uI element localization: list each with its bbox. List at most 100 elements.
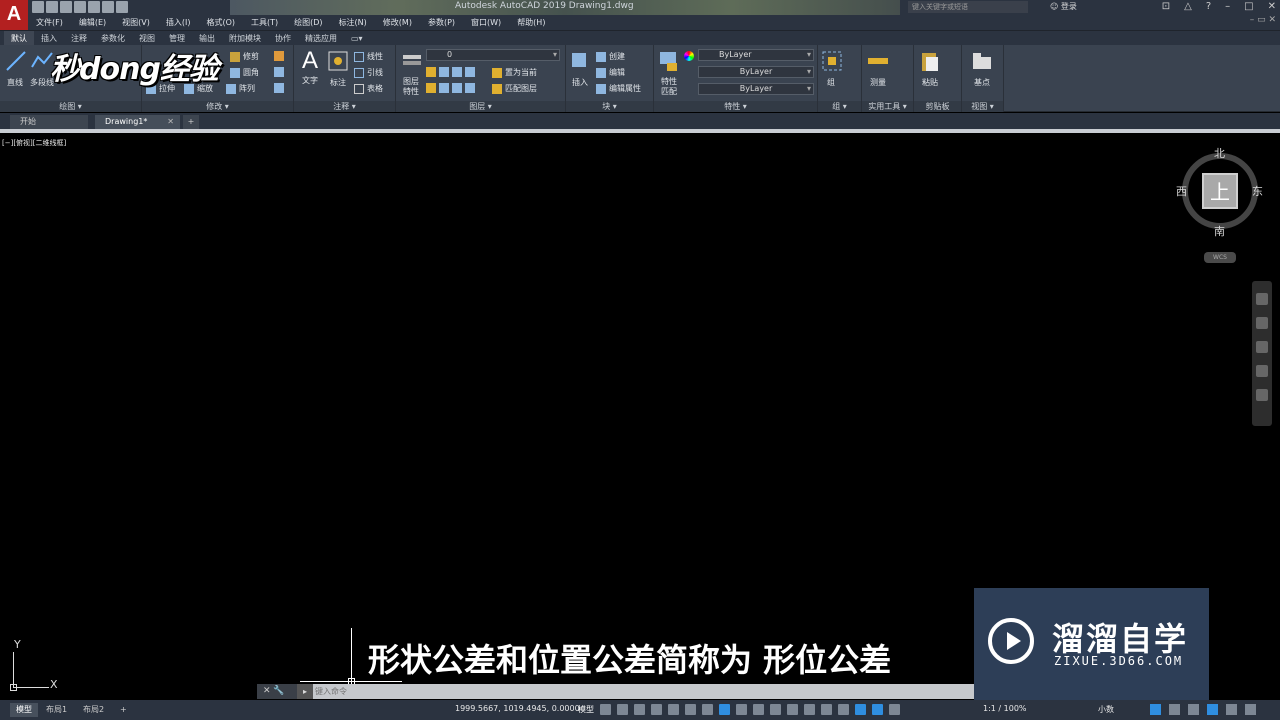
new-tab-button[interactable]: + <box>183 115 199 129</box>
showmotion-icon[interactable] <box>1256 389 1268 401</box>
measure-button[interactable]: 测量 <box>866 49 890 88</box>
isodraft-icon[interactable] <box>668 704 679 715</box>
layer-isolate-icon[interactable] <box>465 67 475 77</box>
edit-block-button[interactable]: 编辑 <box>596 67 625 78</box>
customization-icon[interactable] <box>1245 704 1256 715</box>
tab-model[interactable]: 模型 <box>10 703 38 717</box>
compass-south[interactable]: 南 <box>1214 223 1225 239</box>
panel-annotation-title[interactable]: 注释 ▾ <box>294 101 395 112</box>
login-button[interactable]: ☺ 登录 <box>1050 1 1077 12</box>
gizmo-icon[interactable] <box>821 704 832 715</box>
command-input[interactable] <box>315 685 965 698</box>
group-button[interactable]: 组 <box>820 49 842 88</box>
match-layer-button[interactable]: 匹配图层 <box>492 83 537 94</box>
undo-icon[interactable] <box>102 1 114 13</box>
create-block-button[interactable]: 创建 <box>596 51 625 62</box>
command-line-controls[interactable]: ✕ 🔧 <box>257 684 297 699</box>
tab-start[interactable]: 开始 <box>10 115 88 129</box>
wcs-menu[interactable]: WCS <box>1204 252 1236 263</box>
grid-icon[interactable] <box>600 704 611 715</box>
menu-insert[interactable]: 插入(I) <box>158 15 199 30</box>
recent-commands-icon[interactable]: ▸ <box>297 684 313 699</box>
tab-addins[interactable]: 附加模块 <box>222 31 268 45</box>
panel-utilities-title[interactable]: 实用工具 ▾ <box>862 101 913 112</box>
panel-layers-title[interactable]: 图层 ▾ <box>396 101 565 112</box>
viewport-controls[interactable]: [−][俯视][二维线框] <box>2 138 66 148</box>
coordinates-readout[interactable]: 1999.5667, 1019.4945, 0.0000 <box>455 704 580 713</box>
close-icon[interactable]: ✕ <box>1268 1 1276 12</box>
osnap-icon[interactable] <box>702 704 713 715</box>
tab-manage[interactable]: 管理 <box>162 31 192 45</box>
lineweight-icon[interactable] <box>736 704 747 715</box>
lock-ui-icon[interactable] <box>1169 704 1180 715</box>
erase-button[interactable] <box>274 51 284 61</box>
save-as-icon[interactable] <box>74 1 86 13</box>
insert-block-button[interactable]: 插入 <box>568 49 592 88</box>
panel-view-title[interactable]: 视图 ▾ <box>962 101 1003 112</box>
tab-layout1[interactable]: 布局1 <box>40 703 73 717</box>
dimension-button[interactable]: 标注 <box>326 49 350 88</box>
maximize-icon[interactable]: □ <box>1244 1 1253 12</box>
polar-icon[interactable] <box>651 704 662 715</box>
tab-parametric[interactable]: 参数化 <box>94 31 132 45</box>
3d-osnap-icon[interactable] <box>770 704 781 715</box>
line-button[interactable]: 直线 <box>4 49 26 88</box>
leader-button[interactable]: 引线 <box>354 67 383 78</box>
close-cmd-icon[interactable]: ✕ <box>263 686 271 696</box>
object-snap-tracking-icon[interactable] <box>685 704 696 715</box>
orbit-icon[interactable] <box>1256 365 1268 377</box>
tab-view[interactable]: 视图 <box>132 31 162 45</box>
snap-icon[interactable] <box>617 704 628 715</box>
annotation-visibility-icon[interactable] <box>838 704 849 715</box>
help-icon[interactable]: ? <box>1206 1 1211 12</box>
ribbon-toggle-icon[interactable]: ▭▾ <box>344 31 370 45</box>
zoom-icon[interactable] <box>1256 341 1268 353</box>
tab-output[interactable]: 输出 <box>192 31 222 45</box>
viewcube-top-face[interactable]: 上 <box>1202 173 1238 209</box>
add-layout-button[interactable]: + <box>114 703 133 717</box>
layer-unisolate-icon[interactable] <box>465 83 475 93</box>
transparency-icon[interactable] <box>753 704 764 715</box>
menu-modify[interactable]: 修改(M) <box>375 15 420 30</box>
save-icon[interactable] <box>60 1 72 13</box>
panel-clipboard-title[interactable]: 剪贴板 <box>914 101 961 112</box>
annotation-scale-icon[interactable] <box>872 704 883 715</box>
cart-icon[interactable]: ⊡ <box>1162 1 1170 12</box>
selection-cycling-icon[interactable] <box>719 704 730 715</box>
layer-unlock-icon[interactable] <box>452 83 462 93</box>
compass-east[interactable]: 东 <box>1252 183 1263 199</box>
panel-draw-title[interactable]: 绘图 ▾ <box>0 101 141 112</box>
tab-collaborate[interactable]: 协作 <box>268 31 298 45</box>
clean-screen-icon[interactable] <box>1226 704 1237 715</box>
array-button[interactable]: 阵列 <box>226 83 255 94</box>
text-button[interactable]: A 文字 <box>298 49 322 86</box>
layer-lock-icon[interactable] <box>452 67 462 77</box>
tab-layout2[interactable]: 布局2 <box>77 703 110 717</box>
ortho-icon[interactable] <box>634 704 645 715</box>
paste-button[interactable]: 粘贴 <box>918 49 942 88</box>
menu-dimension[interactable]: 标注(N) <box>331 15 375 30</box>
tab-drawing1[interactable]: Drawing1* ✕ <box>95 115 180 129</box>
linetype-dropdown[interactable]: ByLayer <box>698 66 814 78</box>
menu-parametric[interactable]: 参数(P) <box>420 15 463 30</box>
tab-annotate[interactable]: 注释 <box>64 31 94 45</box>
layer-properties-button[interactable]: 图层 特性 <box>400 49 422 97</box>
viewcube[interactable]: 上 北 南 东 西 <box>1176 147 1263 238</box>
panel-modify-title[interactable]: 修改 ▾ <box>142 101 293 112</box>
selection-filter-icon[interactable] <box>804 704 815 715</box>
offset-button[interactable] <box>274 83 284 93</box>
menu-view[interactable]: 视图(V) <box>114 15 158 30</box>
new-file-icon[interactable] <box>32 1 44 13</box>
annotation-autoscale-icon[interactable] <box>889 704 900 715</box>
minimize-icon[interactable]: – <box>1225 1 1230 12</box>
menu-tools[interactable]: 工具(T) <box>243 15 286 30</box>
quick-properties-icon[interactable] <box>1150 704 1161 715</box>
workspace-icon[interactable] <box>855 704 866 715</box>
layer-dropdown[interactable]: 0 <box>426 49 560 61</box>
open-file-icon[interactable] <box>46 1 58 13</box>
tab-featured-apps[interactable]: 精选应用 <box>298 31 344 45</box>
make-current-button[interactable]: 置为当前 <box>492 67 537 78</box>
menu-file[interactable]: 文件(F) <box>28 15 71 30</box>
menu-format[interactable]: 格式(O) <box>198 15 243 30</box>
layer-freeze-icon[interactable] <box>439 67 449 77</box>
